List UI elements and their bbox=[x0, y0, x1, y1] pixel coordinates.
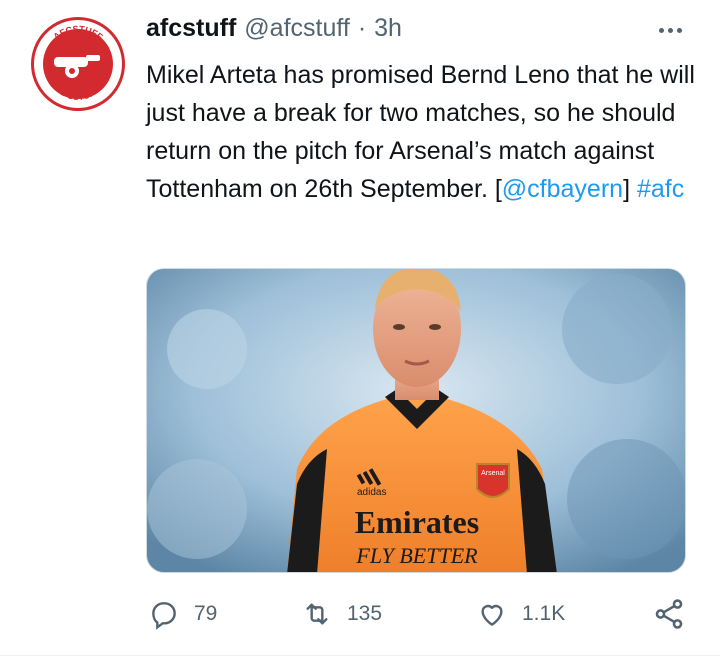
arsenal-crest: Arsenal bbox=[476, 463, 510, 498]
like-count: 1.1K bbox=[522, 602, 566, 625]
display-name[interactable]: afcstuff bbox=[146, 14, 236, 43]
slogan-text: FLY BETTER bbox=[355, 543, 478, 568]
svg-text:Arsenal: Arsenal bbox=[481, 470, 505, 477]
timestamp[interactable]: 3h bbox=[374, 14, 402, 43]
mention-link[interactable]: @cfbayern bbox=[502, 175, 623, 203]
svg-text:adidas: adidas bbox=[357, 487, 386, 498]
avatar[interactable]: AFCSTUFF AFCSTUFF bbox=[31, 17, 125, 111]
share-button[interactable] bbox=[652, 592, 686, 636]
retweet-count: 135 bbox=[347, 602, 383, 625]
action-bar: 79 135 1.1K bbox=[146, 592, 691, 636]
like-button[interactable]: 1.1K bbox=[476, 592, 565, 636]
tweet-card[interactable]: AFCSTUFF AFCSTUFF afcstuff @afcstuff · 3… bbox=[0, 0, 720, 665]
separator-dot: · bbox=[357, 14, 367, 42]
tweet-text: Mikel Arteta has promised Bernd Leno tha… bbox=[146, 56, 706, 208]
user-handle[interactable]: @afcstuff bbox=[244, 14, 350, 43]
hashtag-link[interactable]: #afc bbox=[637, 175, 684, 203]
tweet-header: afcstuff @afcstuff · 3h bbox=[146, 14, 402, 43]
tweet-photo[interactable]: adidas Arsenal Emirates FLY BETTER bbox=[146, 268, 686, 573]
retweet-button[interactable]: 135 bbox=[301, 592, 382, 636]
reply-icon bbox=[152, 602, 176, 630]
svg-text:AFCSTUFF: AFCSTUFF bbox=[55, 85, 101, 102]
svg-text:AFCSTUFF: AFCSTUFF bbox=[51, 24, 105, 42]
divider bbox=[0, 655, 720, 656]
reply-button[interactable]: 79 bbox=[148, 592, 217, 636]
avatar-ring-text: AFCSTUFF AFCSTUFF bbox=[51, 24, 105, 102]
sponsor-text: Emirates bbox=[355, 504, 479, 540]
reply-count: 79 bbox=[194, 602, 218, 625]
tweet-text-bracket: ] bbox=[623, 175, 637, 203]
retweet-icon bbox=[306, 603, 328, 625]
share-icon bbox=[655, 599, 683, 629]
heart-icon bbox=[481, 604, 503, 626]
more-icon[interactable] bbox=[652, 20, 688, 40]
player-photo-illustration: adidas Arsenal Emirates FLY BETTER bbox=[147, 269, 685, 572]
